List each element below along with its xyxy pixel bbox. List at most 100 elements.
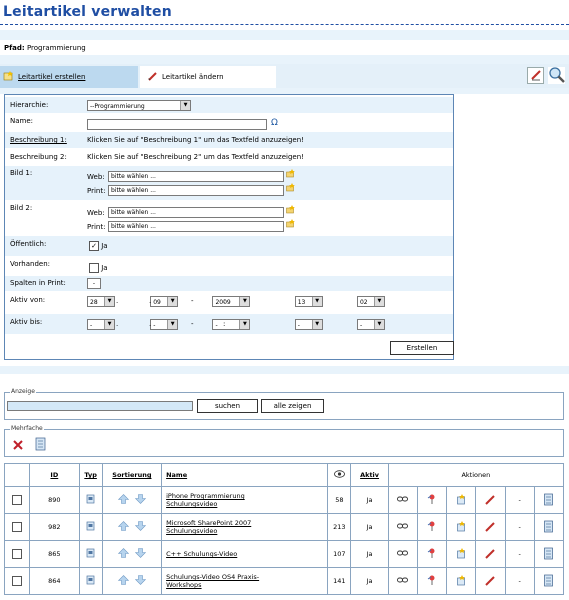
bild2-web-input[interactable]: bitte wählen ...	[108, 207, 284, 218]
bild1-web-label: Web:	[87, 173, 105, 181]
header-id[interactable]: ID	[29, 463, 80, 487]
row-action-edit	[475, 567, 506, 595]
row-name[interactable]: C++ Schulungs-Video	[161, 540, 329, 568]
pin-icon[interactable]	[427, 575, 437, 588]
aktiv-von-month-select[interactable]: 09 ▼	[150, 296, 179, 307]
row-aktiv: Ja	[350, 567, 389, 595]
row-name[interactable]: Schulungs-Video OS4 Praxis- Workshops	[161, 567, 329, 595]
search-submit-button[interactable]: suchen	[197, 399, 258, 413]
anzeige-search-input[interactable]	[7, 401, 193, 411]
link-icon[interactable]	[397, 523, 409, 532]
folder-icon[interactable]	[286, 169, 295, 180]
arrow-up-icon[interactable]	[117, 575, 130, 587]
pin-icon[interactable]	[427, 548, 437, 561]
folder-icon[interactable]	[286, 183, 295, 194]
header-name[interactable]: Name	[161, 463, 329, 487]
row-checkbox[interactable]	[12, 549, 23, 559]
arrow-down-icon[interactable]	[134, 494, 147, 506]
spalten-input[interactable]: -	[87, 278, 101, 289]
aktiv-von-minute-select[interactable]: 02 ▼	[356, 296, 385, 307]
arrow-up-icon[interactable]	[117, 521, 130, 533]
row-action-details	[533, 540, 565, 568]
scroll-icon[interactable]	[543, 520, 554, 535]
create-button[interactable]: Erstellen	[390, 341, 454, 355]
tab-edit[interactable]: Leitartikel ändern	[140, 66, 276, 88]
row-name[interactable]: iPhone Programmierung Schulungsvideo	[161, 486, 329, 514]
arrow-up-icon[interactable]	[117, 548, 130, 560]
arrow-down-icon[interactable]	[134, 575, 147, 587]
row-checkbox[interactable]	[12, 576, 23, 586]
aktiv-bis-minute-select[interactable]: - ▼	[356, 319, 385, 330]
row-action-child	[446, 540, 477, 568]
add-child-icon[interactable]	[456, 520, 466, 534]
form-row-beschreibung2: Beschreibung 2: Klicken Sie auf "Beschre…	[5, 149, 453, 165]
pin-icon[interactable]	[427, 494, 437, 507]
row-select-cell	[3, 513, 31, 541]
link-icon[interactable]	[397, 496, 409, 505]
pen-icon[interactable]	[485, 521, 496, 534]
pen-icon[interactable]	[485, 548, 496, 561]
breadcrumb-label: Pfad:	[4, 44, 25, 52]
row-action-pin	[416, 567, 448, 595]
link-icon[interactable]	[397, 550, 409, 559]
row-name[interactable]: Microsoft SharePoint 2007 Schulungsvideo	[161, 513, 329, 541]
aktiv-von-hour-select[interactable]: 13 ▼	[294, 296, 323, 307]
aktiv-von-year-select[interactable]: 2009 ▼	[212, 296, 251, 307]
vorhanden-checkbox[interactable]	[89, 263, 99, 273]
scroll-icon[interactable]	[543, 547, 554, 562]
link-icon[interactable]	[397, 577, 409, 586]
aktiv-von-day-select[interactable]: 28 ▼	[87, 296, 115, 307]
row-action-child	[446, 567, 477, 595]
name-input[interactable]	[87, 119, 267, 130]
hierarchie-select[interactable]: --Programmierung ▼	[87, 100, 191, 111]
scroll-icon[interactable]	[543, 493, 554, 508]
row-sort	[101, 513, 163, 541]
row-action-pin	[416, 513, 448, 541]
delete-icon[interactable]	[12, 439, 24, 453]
folder-icon[interactable]	[286, 205, 295, 216]
beschreibung2-hint: Klicken Sie auf "Beschreibung 2" um das …	[87, 153, 304, 161]
aktiv-bis-month-select[interactable]: - ▼	[150, 319, 179, 330]
scroll-icon[interactable]	[34, 437, 47, 453]
pen-icon[interactable]	[485, 575, 496, 588]
show-all-button[interactable]: alle zeigen	[261, 399, 324, 413]
row-select-cell	[3, 567, 31, 595]
folder-icon[interactable]	[286, 219, 295, 230]
arrow-up-icon[interactable]	[117, 494, 130, 506]
add-child-icon[interactable]	[456, 493, 466, 507]
pin-icon[interactable]	[427, 521, 437, 534]
chevron-down-icon: ▼	[239, 320, 250, 329]
beschreibung1-label[interactable]: Beschreibung 1:	[10, 136, 67, 144]
oeffentlich-checkbox[interactable]: ✓	[89, 241, 99, 251]
row-checkbox[interactable]	[12, 522, 23, 532]
header-typ[interactable]: Typ	[78, 463, 103, 487]
pen-icon[interactable]	[485, 494, 496, 507]
row-checkbox[interactable]	[12, 495, 23, 505]
header-aktiv[interactable]: Aktiv	[350, 463, 389, 487]
row-id: 865	[29, 540, 80, 568]
tab-create[interactable]: Leitartikel erstellen	[0, 66, 138, 88]
omega-icon[interactable]: Ω	[271, 118, 278, 128]
scroll-icon[interactable]	[543, 574, 554, 589]
form-row-bild1: Bild 1: Web: bitte wählen ... Print: bit…	[5, 166, 453, 200]
aktiv-bis-day-select[interactable]: - ▼	[87, 319, 115, 330]
header-select	[3, 463, 31, 487]
row-action-edit	[475, 540, 506, 568]
aktiv-bis-hour-select[interactable]: - ▼	[294, 319, 323, 330]
edit-button[interactable]	[527, 67, 544, 84]
beschreibung2-label[interactable]: Beschreibung 2:	[10, 153, 67, 161]
bild1-web-input[interactable]: bitte wählen ...	[108, 171, 284, 182]
arrow-down-icon[interactable]	[134, 521, 147, 533]
row-action-child	[446, 513, 477, 541]
tab-edit-label: Leitartikel ändern	[162, 73, 224, 81]
search-button[interactable]	[548, 66, 565, 84]
bild1-print-input[interactable]: bitte wählen ...	[108, 185, 284, 196]
aktiv-bis-year-select[interactable]: - ▼	[212, 319, 251, 330]
row-action-pin	[416, 540, 448, 568]
add-child-icon[interactable]	[456, 574, 466, 588]
header-sortierung[interactable]: Sortierung	[101, 463, 163, 487]
add-child-icon[interactable]	[456, 547, 466, 561]
row-views: 141	[327, 567, 352, 595]
bild2-print-input[interactable]: bitte wählen ...	[108, 221, 284, 232]
arrow-down-icon[interactable]	[134, 548, 147, 560]
